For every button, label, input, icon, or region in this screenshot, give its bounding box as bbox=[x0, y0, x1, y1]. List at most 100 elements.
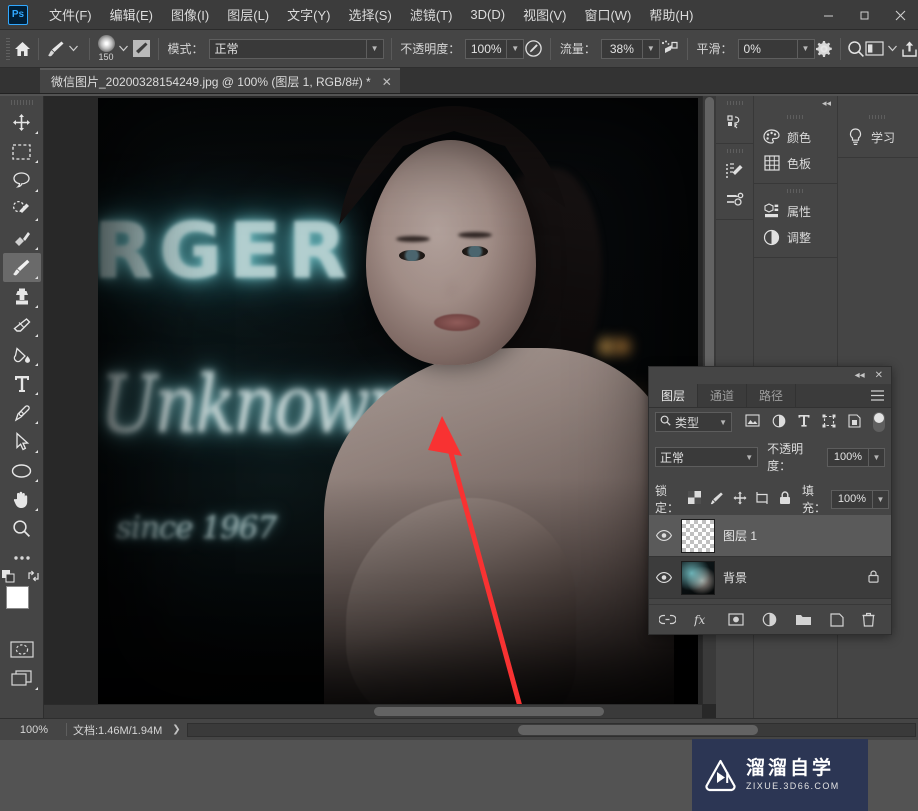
marquee-tool[interactable] bbox=[3, 137, 41, 166]
more-tools-icon[interactable] bbox=[3, 543, 41, 572]
menu-window[interactable]: 窗口(W) bbox=[575, 1, 640, 28]
status-scrollbar[interactable] bbox=[186, 722, 916, 737]
menu-filter[interactable]: 滤镜(T) bbox=[401, 1, 462, 28]
layer-visibility-toggle[interactable] bbox=[655, 530, 673, 541]
screen-mode-icon[interactable] bbox=[3, 664, 41, 693]
hand-tool[interactable] bbox=[3, 485, 41, 514]
ellipse-tool[interactable] bbox=[3, 456, 41, 485]
dock-collapse-row-mid[interactable]: ◂◂ bbox=[754, 96, 837, 110]
clone-stamp-tool[interactable] bbox=[3, 282, 41, 311]
brush-tool-icon[interactable] bbox=[46, 36, 66, 62]
layer-thumbnail[interactable] bbox=[681, 560, 715, 595]
layer-style-fx-icon[interactable]: fx bbox=[694, 613, 710, 627]
lock-image-icon[interactable] bbox=[710, 491, 724, 508]
swap-colors-icon[interactable] bbox=[27, 570, 40, 585]
menu-image[interactable]: 图像(I) bbox=[162, 1, 218, 28]
quick-mask-icon[interactable] bbox=[3, 635, 41, 664]
brush-size-preview[interactable]: 150 bbox=[97, 34, 115, 64]
menu-3d[interactable]: 3D(D) bbox=[461, 3, 514, 26]
rail-grip-2[interactable] bbox=[726, 149, 743, 153]
panel-grip-properties[interactable] bbox=[786, 189, 805, 193]
brush-tool[interactable] bbox=[2, 253, 41, 282]
table-row[interactable]: 图层 1 bbox=[649, 515, 891, 557]
default-colors-icon[interactable] bbox=[2, 570, 15, 586]
path-selection-tool[interactable] bbox=[3, 427, 41, 456]
panel-adjustments[interactable]: 调整 bbox=[754, 224, 837, 250]
canvas-horizontal-scrollbar[interactable] bbox=[44, 704, 702, 718]
layer-name[interactable]: 图层 1 bbox=[723, 527, 891, 544]
layer-thumbnail[interactable] bbox=[681, 518, 715, 553]
menu-file[interactable]: 文件(F) bbox=[40, 1, 101, 28]
minimize-button[interactable] bbox=[810, 0, 846, 30]
move-tool[interactable] bbox=[3, 108, 41, 137]
panel-learn[interactable]: 学习 bbox=[838, 124, 918, 150]
image-canvas[interactable]: RGER Unknown since 1967 bbox=[98, 98, 698, 711]
adjustment-layer-icon[interactable] bbox=[762, 612, 777, 627]
lock-all-icon[interactable] bbox=[779, 490, 791, 508]
maximize-button[interactable] bbox=[846, 0, 882, 30]
panel-swatches[interactable]: 色板 bbox=[754, 150, 837, 176]
brush-presets-icon[interactable] bbox=[720, 185, 750, 213]
layers-panel-titlebar[interactable]: ◂◂ ✕ bbox=[649, 367, 891, 384]
image-filter-icon[interactable] bbox=[745, 414, 760, 430]
delete-layer-icon[interactable] bbox=[862, 612, 875, 627]
link-layers-icon[interactable] bbox=[659, 614, 676, 625]
table-row[interactable]: 背景 bbox=[649, 557, 891, 599]
close-layers-panel-icon[interactable]: ✕ bbox=[875, 370, 883, 381]
history-icon[interactable] bbox=[720, 109, 750, 137]
lock-position-icon[interactable] bbox=[733, 491, 747, 508]
status-scroll-thumb[interactable] bbox=[517, 724, 758, 735]
type-tool[interactable] bbox=[3, 369, 41, 398]
opacity-input[interactable]: 100% ▼ bbox=[465, 38, 525, 59]
menu-select[interactable]: 选择(S) bbox=[339, 1, 400, 28]
layer-fill-input[interactable]: 100% ▼ bbox=[831, 489, 889, 509]
share-upload-icon[interactable] bbox=[901, 36, 918, 62]
tools-panel-grip[interactable] bbox=[10, 100, 33, 105]
home-icon[interactable] bbox=[14, 36, 31, 62]
layer-mask-icon[interactable] bbox=[728, 613, 744, 626]
adjustment-filter-icon[interactable] bbox=[772, 414, 786, 431]
layer-blend-mode-select[interactable]: 正常 ▼ bbox=[655, 447, 759, 467]
options-bar-grip[interactable] bbox=[6, 37, 10, 60]
collapse-panels-icon[interactable]: ◂◂ bbox=[822, 98, 831, 109]
close-button[interactable] bbox=[882, 0, 918, 30]
workspace-layout-icon[interactable] bbox=[865, 36, 884, 62]
color-swatches[interactable] bbox=[0, 570, 44, 627]
eraser-tool[interactable] bbox=[3, 311, 41, 340]
layers-list[interactable]: 图层 1 背景 bbox=[649, 515, 891, 599]
canvas-hscroll-thumb[interactable] bbox=[374, 707, 604, 716]
shape-filter-icon[interactable] bbox=[822, 414, 836, 431]
tab-channels[interactable]: 通道 bbox=[698, 384, 748, 407]
blend-mode-select[interactable]: 正常 ▼ bbox=[208, 38, 384, 59]
type-filter-icon[interactable] bbox=[798, 414, 810, 430]
status-expand-icon[interactable]: ❯ bbox=[172, 724, 180, 735]
brush-settings-chevron-icon[interactable] bbox=[115, 36, 132, 62]
menu-edit[interactable]: 编辑(E) bbox=[101, 1, 162, 28]
lasso-tool[interactable] bbox=[3, 166, 41, 195]
collapse-layers-panel-icon[interactable]: ◂◂ bbox=[855, 370, 865, 381]
close-document-icon[interactable]: ✕ bbox=[382, 75, 392, 89]
layer-name[interactable]: 背景 bbox=[723, 569, 860, 586]
layers-panel-menu-icon[interactable] bbox=[871, 390, 884, 403]
panel-grip-color[interactable] bbox=[786, 115, 805, 119]
paint-bucket-tool[interactable] bbox=[3, 340, 41, 369]
rail-grip-1[interactable] bbox=[726, 101, 743, 105]
panel-properties[interactable]: 属性 bbox=[754, 198, 837, 224]
gear-icon[interactable] bbox=[815, 36, 833, 62]
menu-layer[interactable]: 图层(L) bbox=[218, 1, 278, 28]
tab-paths[interactable]: 路径 bbox=[747, 384, 797, 407]
brush-settings-icon[interactable] bbox=[720, 157, 750, 185]
brush-preset-chevron-icon[interactable] bbox=[66, 36, 83, 62]
lock-artboard-icon[interactable] bbox=[756, 491, 770, 508]
flow-input[interactable]: 38% ▼ bbox=[600, 38, 660, 59]
menu-help[interactable]: 帮助(H) bbox=[640, 1, 702, 28]
pen-tool[interactable] bbox=[3, 398, 41, 427]
new-group-icon[interactable] bbox=[795, 613, 812, 626]
quick-selection-tool[interactable] bbox=[3, 195, 41, 224]
pressure-opacity-icon[interactable] bbox=[524, 36, 543, 62]
menu-view[interactable]: 视图(V) bbox=[514, 1, 575, 28]
new-layer-icon[interactable] bbox=[830, 612, 844, 627]
menu-type[interactable]: 文字(Y) bbox=[278, 1, 339, 28]
document-tab[interactable]: 微信图片_20200328154249.jpg @ 100% (图层 1, RG… bbox=[40, 68, 400, 93]
canvas-area[interactable]: RGER Unknown since 1967 bbox=[44, 96, 716, 718]
